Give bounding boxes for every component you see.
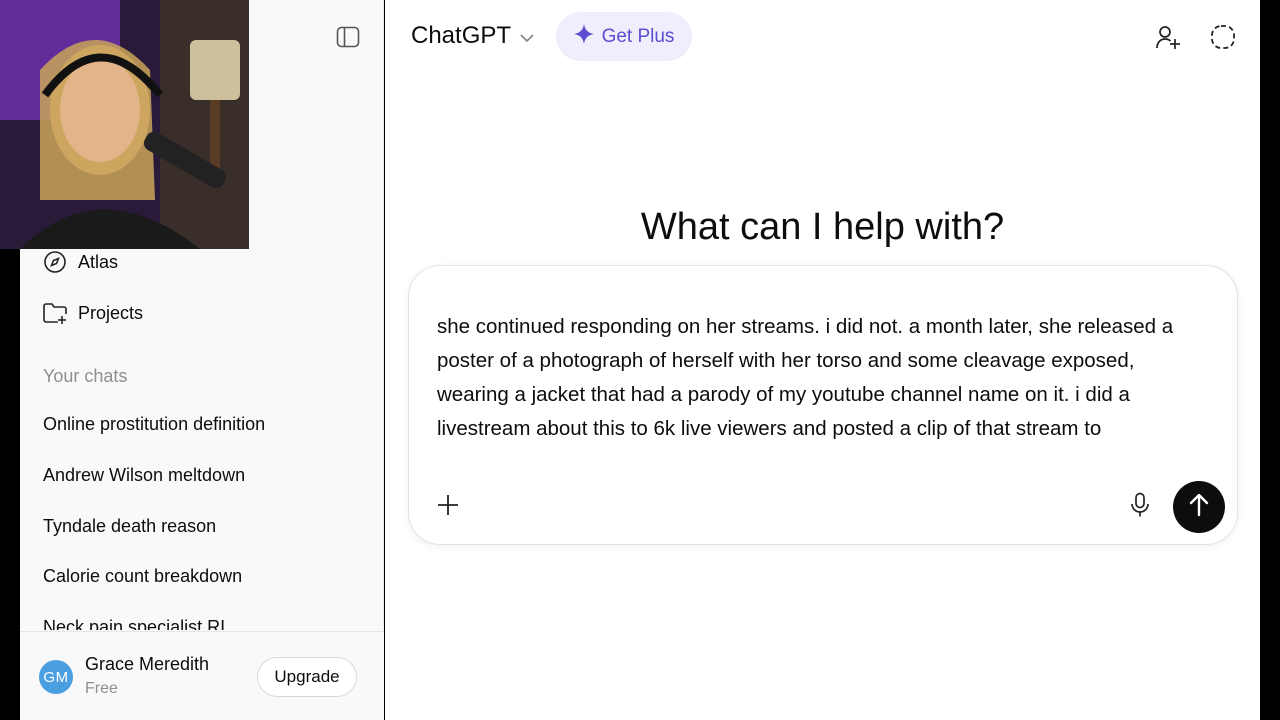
temporary-chat-icon[interactable] — [1208, 22, 1238, 52]
chat-item[interactable]: Online prostitution definition — [43, 414, 265, 435]
user-name: Grace Meredith — [85, 654, 210, 674]
app-window: Atlas Projects Your chats Online prostit… — [0, 0, 1280, 720]
chat-item[interactable]: Calorie count breakdown — [43, 566, 242, 587]
sidebar-item-atlas[interactable]: Atlas — [42, 247, 118, 277]
page-title: What can I help with? — [640, 206, 1005, 248]
arrow-up-icon — [1188, 493, 1210, 522]
microphone-icon — [1129, 492, 1151, 523]
sidebar-toggle-icon[interactable] — [336, 26, 360, 48]
chat-item[interactable]: Andrew Wilson meltdown — [43, 465, 245, 486]
sidebar-item-projects[interactable]: Projects — [42, 298, 143, 328]
your-chats-heading: Your chats — [43, 366, 128, 386]
get-plus-button[interactable]: Get Plus — [556, 12, 692, 61]
dictate-button[interactable] — [1125, 492, 1155, 522]
user-profile[interactable]: GM Grace Meredith Free Upgrade — [20, 631, 384, 720]
model-name: ChatGPT — [411, 22, 512, 49]
avatar: GM — [39, 660, 73, 694]
model-selector[interactable]: ChatGPT — [411, 22, 535, 50]
get-plus-label: Get Plus — [601, 25, 675, 47]
folder-plus-icon — [42, 300, 68, 326]
webcam-overlay — [0, 0, 249, 249]
main-panel: ChatGPT Get Plus What can I help with? s… — [385, 0, 1260, 720]
send-button[interactable] — [1173, 481, 1225, 533]
sidebar-item-label: Atlas — [78, 251, 119, 272]
prompt-input[interactable]: she continued responding on her streams.… — [437, 310, 1197, 446]
composer: she continued responding on her streams.… — [408, 265, 1238, 545]
sidebar-item-label: Projects — [78, 302, 144, 323]
add-attachment-button[interactable] — [433, 492, 463, 522]
compass-icon — [42, 249, 68, 275]
sparkle-icon — [573, 23, 594, 50]
chat-list: Online prostitution definition Andrew Wi… — [20, 400, 384, 630]
chevron-down-icon — [519, 22, 535, 50]
plus-icon — [436, 493, 460, 522]
user-plan: Free — [85, 680, 118, 697]
upgrade-button[interactable]: Upgrade — [257, 657, 357, 697]
chat-item[interactable]: Tyndale death reason — [43, 516, 216, 537]
add-person-icon[interactable] — [1153, 22, 1183, 52]
chat-item[interactable]: Neck pain specialist RI — [43, 617, 225, 630]
